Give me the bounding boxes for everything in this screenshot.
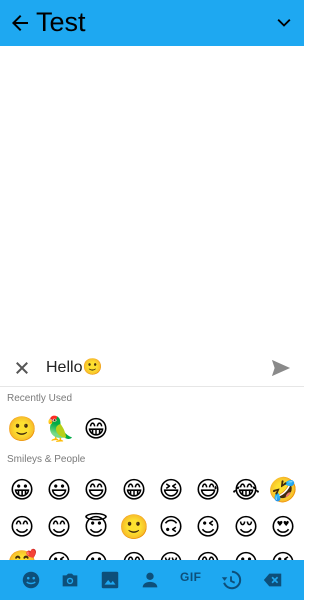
emoji[interactable]: 😆: [154, 473, 188, 507]
emoji[interactable]: 😇: [79, 510, 113, 544]
emoji[interactable]: 🥰: [5, 546, 39, 560]
emoji[interactable]: 😁: [79, 412, 113, 446]
emoji[interactable]: 😁: [117, 473, 151, 507]
backspace-icon[interactable]: [262, 569, 284, 591]
send-icon[interactable]: [270, 358, 292, 378]
camera-icon[interactable]: [59, 569, 81, 591]
back-arrow-icon[interactable]: [8, 11, 32, 35]
message-composer: [0, 350, 304, 387]
emoji[interactable]: 😗: [79, 546, 113, 560]
emoji[interactable]: 😄: [79, 473, 113, 507]
emoji[interactable]: 😀: [5, 473, 39, 507]
emoji[interactable]: 😃: [42, 473, 76, 507]
emoji[interactable]: 🙂: [117, 510, 151, 544]
emoji[interactable]: 😍: [266, 510, 300, 544]
conversation-area: [0, 46, 304, 346]
page-title: Test: [36, 7, 86, 37]
emoji-keyboard-tabbar: GIF: [0, 560, 304, 600]
smileys-people-label: Smileys & People: [7, 454, 86, 465]
emoji[interactable]: 🦜: [43, 412, 77, 446]
emoji[interactable]: 😉: [191, 510, 225, 544]
emoji[interactable]: 😂: [229, 473, 263, 507]
emoji[interactable]: 😙: [117, 546, 151, 560]
emoji[interactable]: 🙂: [5, 412, 39, 446]
emoji[interactable]: 😛: [229, 546, 263, 560]
emoji[interactable]: 😊: [42, 510, 76, 544]
emoji[interactable]: 🙃: [154, 510, 188, 544]
smileys-row-3-partial: 🥰 😘 😗 😙 😚 😋 😛 😜: [0, 546, 304, 560]
emoji[interactable]: 😜: [266, 546, 300, 560]
message-input[interactable]: [46, 356, 256, 380]
recently-used-row: 🙂 🦜 😁: [0, 412, 304, 446]
emoji[interactable]: 😘: [42, 546, 76, 560]
person-icon[interactable]: [139, 569, 161, 591]
emoji[interactable]: 😚: [154, 546, 188, 560]
emoji[interactable]: 🤣: [266, 473, 300, 507]
emoji[interactable]: 😊: [5, 510, 39, 544]
top-app-bar: Test: [0, 0, 304, 46]
close-icon[interactable]: [13, 359, 31, 377]
emoji[interactable]: 😅: [191, 473, 225, 507]
emoji[interactable]: 😋: [191, 546, 225, 560]
smileys-row-2: 😊 😊 😇 🙂 🙃 😉 😌 😍: [0, 510, 304, 544]
history-icon[interactable]: [220, 569, 242, 591]
chevron-down-icon[interactable]: [274, 13, 294, 33]
emoji[interactable]: 😌: [229, 510, 263, 544]
emoji-tab-icon[interactable]: [20, 569, 42, 591]
smileys-row-1: 😀 😃 😄 😁 😆 😅 😂 🤣: [0, 473, 304, 507]
gif-tab[interactable]: GIF: [180, 570, 202, 584]
image-icon[interactable]: [99, 569, 121, 591]
recently-used-label: Recently Used: [7, 393, 73, 404]
